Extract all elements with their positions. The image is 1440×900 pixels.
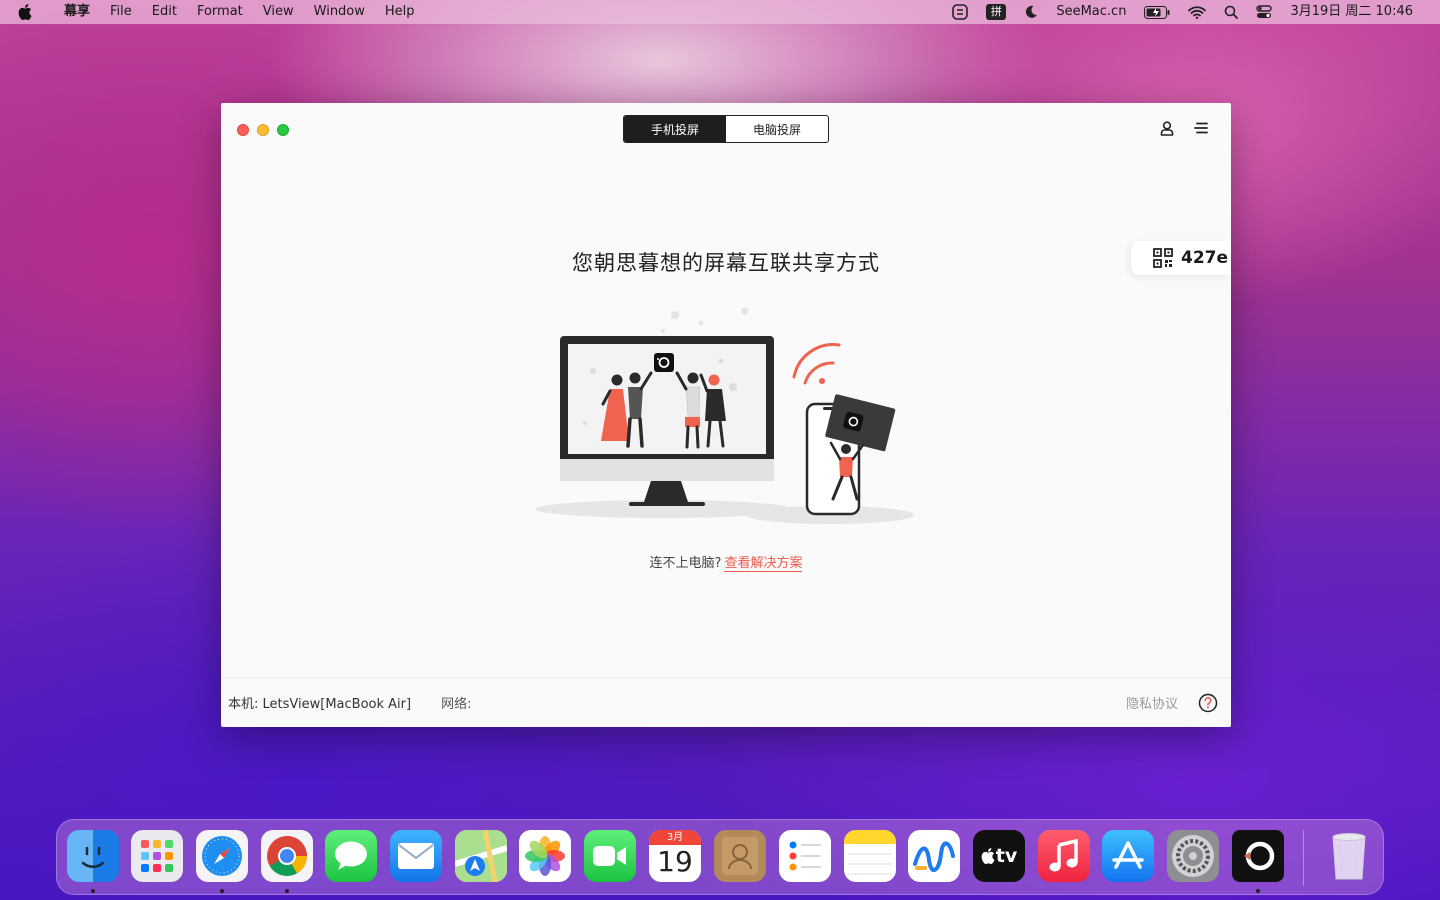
local-device-label: 本机: LetsView[MacBook Air] <box>228 697 412 712</box>
dock-safari-icon[interactable] <box>196 830 248 882</box>
help-button[interactable] <box>1198 693 1218 713</box>
dock-finder-icon[interactable] <box>67 830 119 882</box>
dock-chrome-icon[interactable] <box>261 830 313 882</box>
dock-trash-icon[interactable] <box>1323 830 1375 882</box>
dock-launchpad-icon[interactable] <box>131 830 183 882</box>
window-controls <box>237 124 289 136</box>
dock-mail-icon[interactable] <box>390 830 442 882</box>
apple-menu-icon[interactable] <box>18 4 36 20</box>
menu-file[interactable]: File <box>100 0 142 24</box>
calendar-day: 19 <box>657 845 693 878</box>
tab-phone-cast[interactable]: 手机投屏 <box>624 116 726 142</box>
connection-help: 连不上电脑? 查看解决方案 <box>221 552 1231 572</box>
dock-letsview-icon[interactable] <box>1232 830 1284 882</box>
dock-calendar-icon[interactable]: 3月 19 <box>649 830 701 882</box>
menu-view[interactable]: View <box>253 0 304 24</box>
account-button[interactable] <box>1159 120 1175 136</box>
screen-sharing-illustration <box>535 307 914 524</box>
input-method-icon[interactable]: 拼 <box>977 4 1015 20</box>
dock-maps-icon[interactable] <box>455 830 507 882</box>
menu-edit[interactable]: Edit <box>142 0 187 24</box>
dock-tv-icon[interactable]: tv <box>973 830 1025 882</box>
zoom-window-button[interactable] <box>277 124 289 136</box>
question-mark-icon <box>1198 693 1218 712</box>
cast-mode-segmented-control: 手机投屏 电脑投屏 <box>623 115 829 143</box>
control-center-icon[interactable] <box>1247 5 1281 19</box>
do-not-disturb-icon[interactable] <box>1015 5 1047 19</box>
menu-bar: 幕享 File Edit Format View Window Help 拼 S… <box>0 0 1440 24</box>
window-top-actions <box>1159 120 1209 136</box>
dock-system-preferences-icon[interactable] <box>1167 830 1219 882</box>
menu-app-name[interactable]: 幕享 <box>54 0 100 24</box>
menu-button[interactable] <box>1193 120 1209 136</box>
dock-notes-icon[interactable] <box>844 830 896 882</box>
letsview-status-icon[interactable] <box>943 4 977 20</box>
view-solution-link[interactable]: 查看解决方案 <box>724 556 803 572</box>
user-icon <box>1160 120 1174 136</box>
privacy-policy-link[interactable]: 隐私协议 <box>1126 693 1178 712</box>
menu-format[interactable]: Format <box>187 0 253 24</box>
finder-running-dot <box>91 889 95 893</box>
dock-app-store-icon[interactable] <box>1102 830 1154 882</box>
headline: 您朝思暮想的屏幕互联共享方式 <box>572 251 880 275</box>
chrome-running-dot <box>285 889 289 893</box>
dock-messages-icon[interactable] <box>325 830 377 882</box>
clock-datetime[interactable]: 3月19日 周二 10:46 <box>1281 0 1422 24</box>
dock-music-icon[interactable] <box>1038 830 1090 882</box>
letsview-window: 手机投屏 电脑投屏 427e 您朝思暮想的屏幕互联共享方式 连不上电脑? 查看解… <box>221 103 1231 727</box>
letsview-running-dot <box>1256 889 1260 893</box>
minimize-window-button[interactable] <box>257 124 269 136</box>
dock-photos-icon[interactable] <box>519 830 571 882</box>
dock-facetime-icon[interactable] <box>584 830 636 882</box>
dock-reminders-icon[interactable] <box>779 830 831 882</box>
network-label: 网络: <box>441 697 472 712</box>
dock-contacts-icon[interactable] <box>714 830 766 882</box>
close-window-button[interactable] <box>237 124 249 136</box>
battery-icon[interactable] <box>1135 5 1179 19</box>
dock-freeform-icon[interactable] <box>908 830 960 882</box>
status-footer: 本机: LetsView[MacBook Air] 网络: 隐私协议 <box>221 677 1231 727</box>
menu-window[interactable]: Window <box>304 0 375 24</box>
dock: 3月 19 tv <box>56 819 1384 895</box>
calendar-month: 3月 <box>649 830 701 845</box>
dock-separator <box>1303 830 1304 886</box>
menu-lines-icon <box>1194 122 1208 134</box>
tab-computer-cast[interactable]: 电脑投屏 <box>726 116 828 142</box>
seemac-label[interactable]: SeeMac.cn <box>1047 0 1135 24</box>
help-text: 连不上电脑? <box>649 556 722 571</box>
wifi-icon[interactable] <box>1179 5 1215 19</box>
menu-help[interactable]: Help <box>375 0 425 24</box>
tv-label: tv <box>995 845 1018 867</box>
safari-running-dot <box>220 889 224 893</box>
spotlight-search-icon[interactable] <box>1215 5 1247 19</box>
